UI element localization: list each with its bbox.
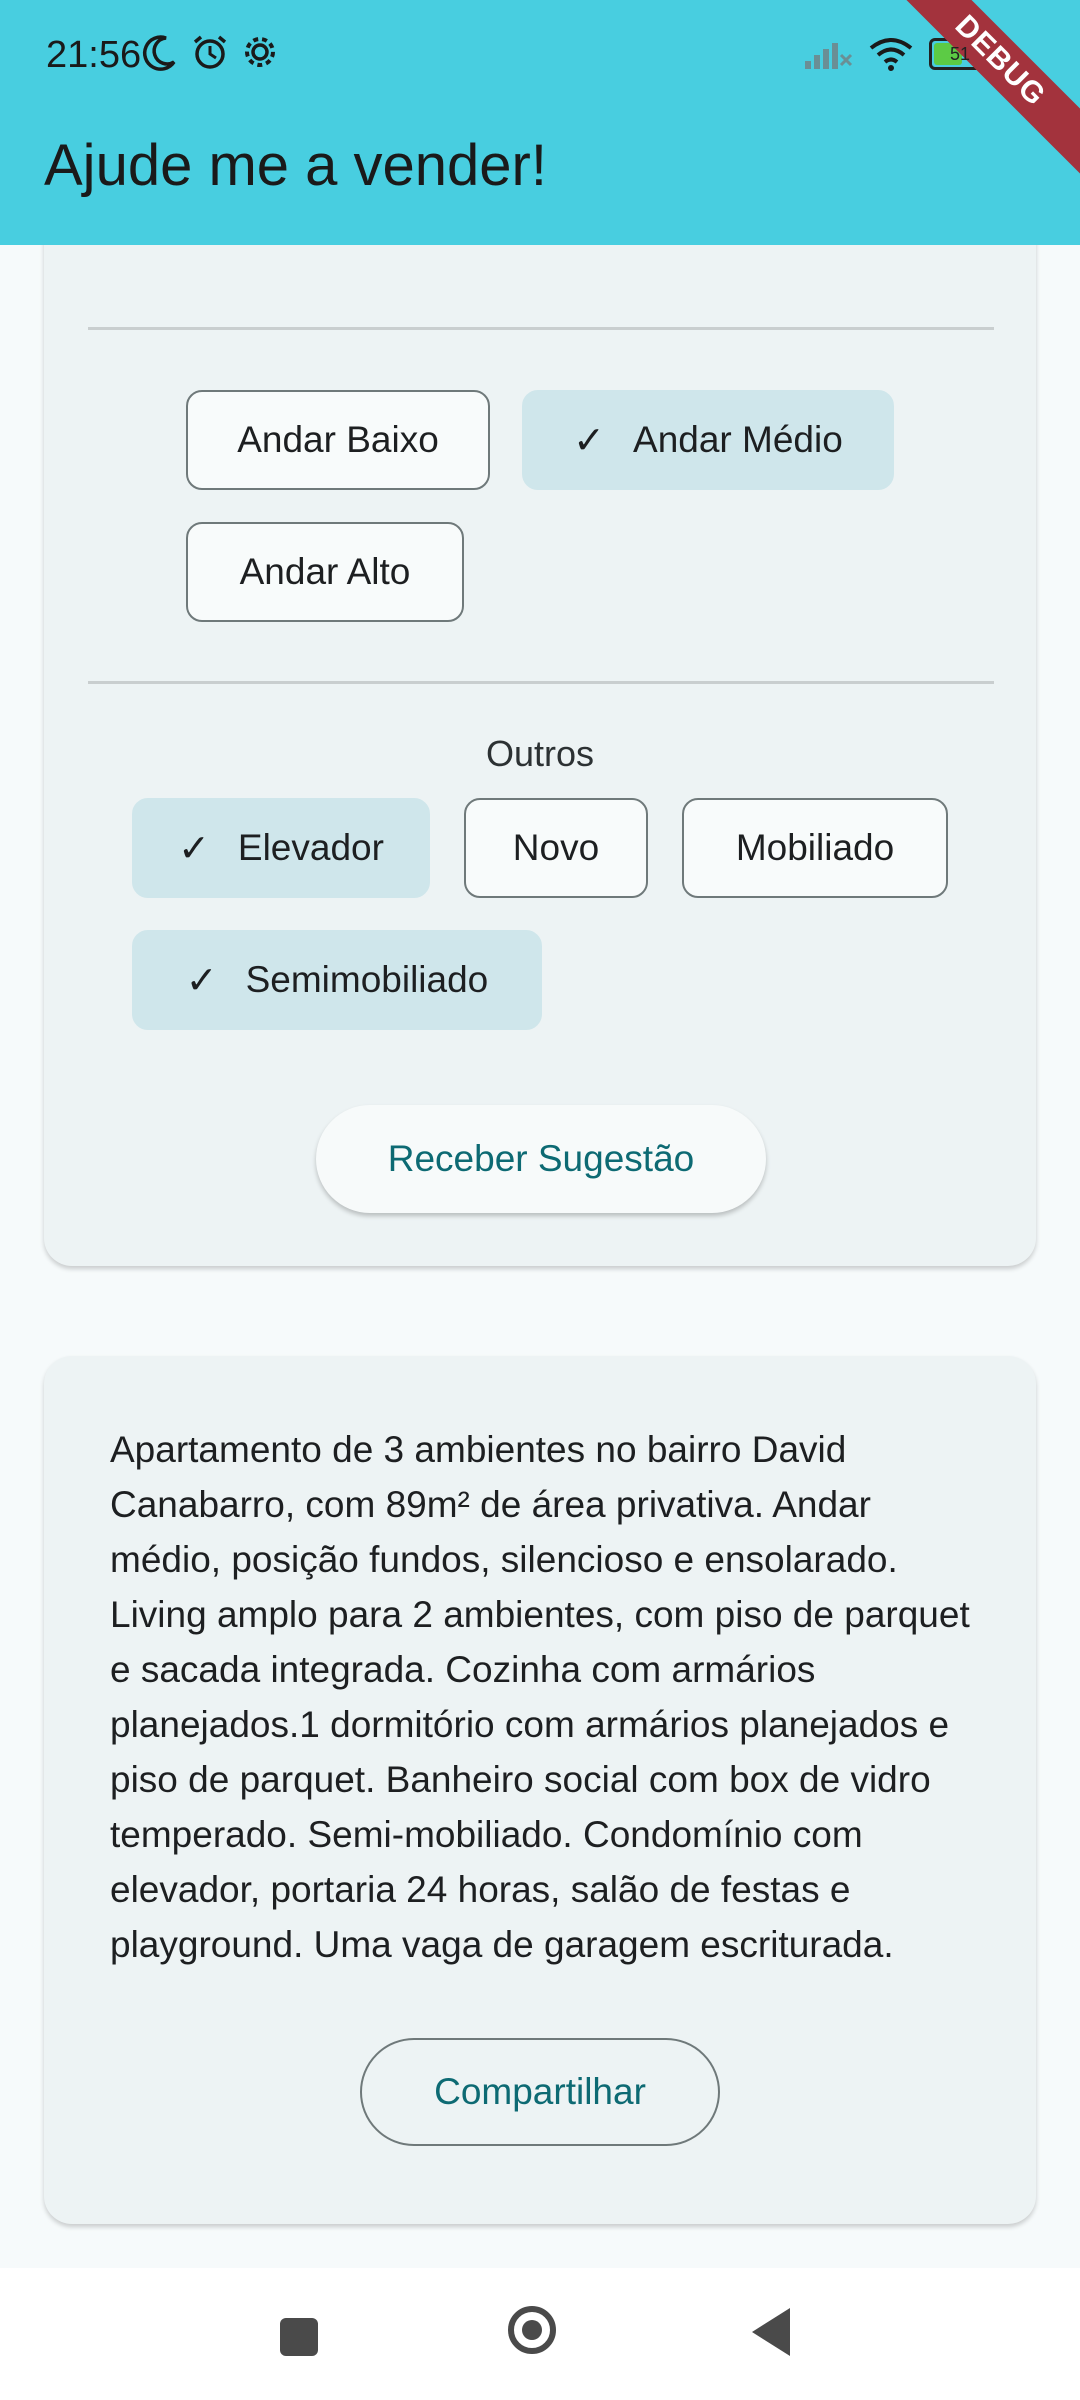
chip-andar-baixo[interactable]: Andar Baixo (186, 390, 490, 490)
wifi-icon (869, 38, 913, 71)
filters-card: Andar Baixo ✓ Andar Médio Andar Alto Out… (44, 130, 1036, 1266)
back-icon[interactable] (752, 2308, 790, 2356)
app-title: Ajude me a vender! (44, 133, 547, 198)
status-time: 21:56 (46, 34, 142, 76)
chip-novo[interactable]: Novo (464, 798, 648, 898)
gear-icon (245, 37, 275, 67)
chip-label: Andar Baixo (237, 419, 439, 460)
check-icon: ✓ (185, 959, 218, 1002)
others-section-label: Outros (485, 733, 595, 774)
chip-label: Elevador (237, 827, 384, 868)
divider (88, 327, 994, 330)
signal-icon (805, 43, 853, 69)
chip-semimobiliado[interactable]: ✓ Semimobiliado (132, 930, 542, 1030)
moon-icon (143, 35, 176, 71)
battery-level: 51 (949, 44, 971, 64)
chip-label: Mobiliado (735, 827, 895, 868)
alarm-icon (193, 35, 227, 69)
share-button[interactable]: Compartilhar (360, 2038, 720, 2146)
check-icon: ✓ (178, 827, 210, 870)
chip-label: Andar Alto (239, 551, 411, 592)
chip-label: Semimobiliado (245, 959, 489, 1000)
chip-andar-medio[interactable]: ✓ Andar Médio (522, 390, 894, 490)
app-bar: 21:56 51 Ajude me a vender! DEBUG (0, 0, 1080, 245)
recents-icon[interactable] (280, 2318, 318, 2356)
chip-label: Andar Médio (633, 419, 843, 460)
home-icon[interactable] (508, 2306, 556, 2354)
chip-mobiliado[interactable]: Mobiliado (682, 798, 948, 898)
status-bar: 21:56 51 (0, 0, 1080, 115)
system-nav-bar (0, 2268, 1080, 2400)
result-card: Apartamento de 3 ambientes no bairro Dav… (44, 1356, 1036, 2224)
check-icon: ✓ (573, 419, 606, 462)
chip-label: Novo (512, 827, 600, 868)
status-left-icons (140, 32, 280, 72)
chip-andar-alto[interactable]: Andar Alto (186, 522, 464, 622)
chip-elevador[interactable]: ✓ Elevador (132, 798, 430, 898)
listing-description: Apartamento de 3 ambientes no bairro Dav… (110, 1429, 970, 1965)
divider (88, 681, 994, 684)
receive-suggestion-button[interactable]: Receber Sugestão (316, 1105, 766, 1213)
